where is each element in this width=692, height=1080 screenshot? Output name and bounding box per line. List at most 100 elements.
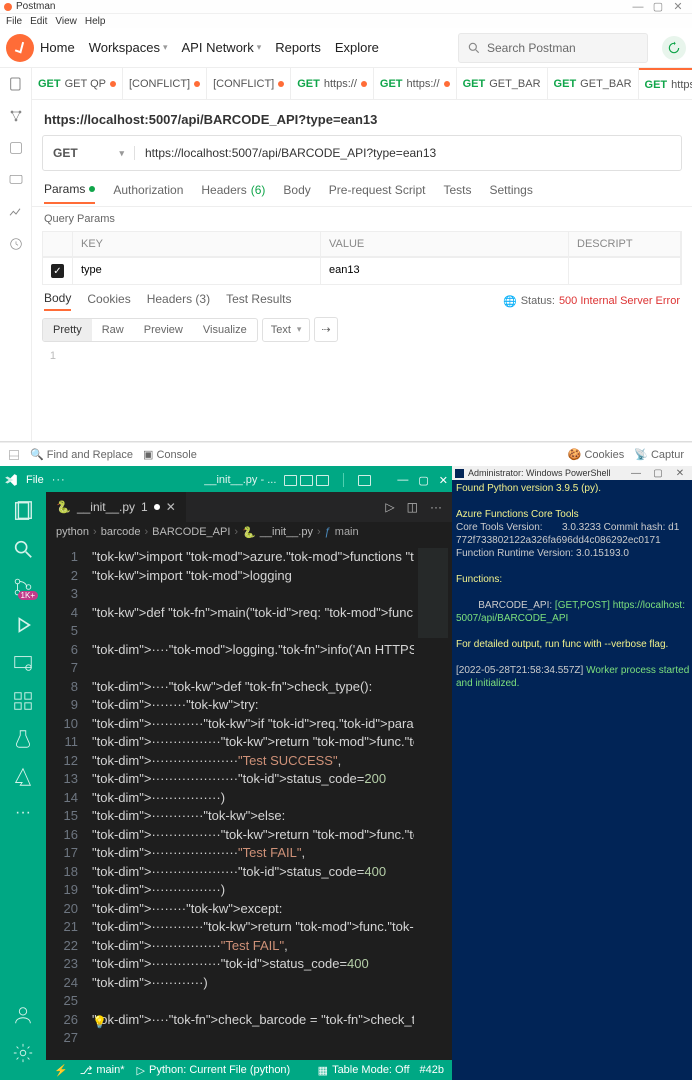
subtab-body[interactable]: Body: [283, 183, 310, 203]
tab-0[interactable]: GETGET QP: [32, 68, 123, 99]
nav-explore[interactable]: Explore: [335, 40, 379, 55]
ps-maximize[interactable]: ▢: [649, 468, 667, 479]
mode-raw[interactable]: Raw: [92, 319, 134, 341]
subtab-tests[interactable]: Tests: [443, 183, 471, 203]
layout-icons-2[interactable]: [358, 475, 371, 486]
editor-tab[interactable]: 🐍 __init__.py 1 ✕: [46, 492, 186, 522]
subtab-settings[interactable]: Settings: [490, 183, 533, 203]
lang-select[interactable]: Text▾: [262, 318, 311, 342]
settings-icon[interactable]: [12, 1042, 34, 1064]
params-table-row[interactable]: ✓ type ean13: [42, 257, 682, 285]
vscode-close[interactable]: ✕: [439, 474, 448, 487]
history-icon[interactable]: [8, 236, 24, 252]
explorer-icon[interactable]: [12, 500, 34, 522]
tab-5[interactable]: GETGET_BAR: [457, 68, 548, 99]
search-icon[interactable]: [12, 538, 34, 560]
cookies-button[interactable]: 🍪 Cookies: [568, 448, 625, 461]
layout-icons[interactable]: [284, 475, 329, 486]
remote-status[interactable]: ⚡: [54, 1064, 68, 1077]
param-key[interactable]: type: [73, 258, 321, 284]
url-input[interactable]: https://localhost:5007/api/BARCODE_API?t…: [135, 146, 681, 160]
split-icon[interactable]: ◫: [407, 500, 418, 514]
more-icon[interactable]: ···: [12, 804, 34, 826]
wrap-icon[interactable]: ⇢: [314, 317, 337, 342]
menu-view[interactable]: View: [55, 16, 77, 27]
powershell-output[interactable]: Found Python version 3.9.5 (py). Azure F…: [452, 480, 692, 1080]
close-tab[interactable]: ✕: [166, 500, 176, 514]
response-body[interactable]: 1: [32, 348, 692, 364]
panel-icon[interactable]: [8, 449, 20, 461]
tab-3[interactable]: GEThttps://: [291, 68, 374, 99]
capture-button[interactable]: 📡 Captur: [634, 448, 684, 461]
breadcrumb[interactable]: python› barcode› BARCODE_API› 🐍__init__.…: [46, 522, 452, 542]
menu-edit[interactable]: Edit: [30, 16, 47, 27]
subtab-auth[interactable]: Authorization: [113, 183, 183, 203]
postman-nav: Home Workspaces▾ API Network▾ Reports Ex…: [40, 40, 379, 55]
resp-headers[interactable]: Headers (3): [147, 292, 210, 310]
code-editor[interactable]: 1234567891011121314151617181920212223242…: [46, 542, 452, 1060]
tab-7[interactable]: GEThttps://: [639, 68, 692, 99]
resp-cookies[interactable]: Cookies: [87, 292, 130, 310]
nav-workspaces[interactable]: Workspaces▾: [89, 40, 168, 55]
lightbulb-icon[interactable]: 💡: [92, 1013, 107, 1032]
vscode-maximize[interactable]: ▢: [418, 474, 428, 487]
nav-reports[interactable]: Reports: [275, 40, 321, 55]
mode-pretty[interactable]: Pretty: [43, 319, 92, 341]
tab-4[interactable]: GEThttps://: [374, 68, 457, 99]
monitor-icon[interactable]: [8, 204, 24, 220]
window-minimize[interactable]: —: [628, 1, 648, 13]
subtab-params[interactable]: Params: [44, 182, 95, 204]
vscode-minimize[interactable]: —: [397, 474, 408, 487]
subtab-headers[interactable]: Headers(6): [201, 183, 265, 203]
vscode-menu-more[interactable]: ···: [52, 474, 66, 486]
resp-body[interactable]: Body: [44, 291, 71, 311]
tab-6[interactable]: GETGET_BAR: [548, 68, 639, 99]
env-icon[interactable]: [8, 140, 24, 156]
console-button[interactable]: ▣ Console: [143, 448, 197, 461]
search-input[interactable]: Search Postman: [458, 33, 648, 63]
method-select[interactable]: GET▾: [43, 146, 135, 160]
more-tab-icon[interactable]: ···: [430, 500, 442, 514]
mode-preview[interactable]: Preview: [134, 319, 193, 341]
mock-icon[interactable]: [8, 172, 24, 188]
subtab-prereq[interactable]: Pre-request Script: [329, 183, 426, 203]
nav-home[interactable]: Home: [40, 40, 75, 55]
response-status: 🌐 Status: 500 Internal Server Error: [503, 295, 680, 308]
postman-logo[interactable]: [6, 34, 34, 62]
param-desc[interactable]: [569, 258, 681, 284]
row-checkbox[interactable]: ✓: [51, 264, 64, 278]
window-close[interactable]: ✕: [668, 0, 688, 13]
vscode-activity-bar: 1K+ ···: [0, 492, 46, 1080]
update-button[interactable]: [662, 36, 686, 60]
ps-close[interactable]: ✕: [671, 468, 689, 479]
scm-icon[interactable]: 1K+: [12, 576, 34, 598]
param-value[interactable]: ean13: [321, 258, 569, 284]
menu-help[interactable]: Help: [85, 16, 106, 27]
minimap[interactable]: [414, 542, 452, 1060]
table-mode[interactable]: ▦ Table Mode: Off: [318, 1064, 410, 1077]
extensions-icon[interactable]: [12, 690, 34, 712]
collections-icon[interactable]: [8, 76, 24, 92]
vscode-menu-file[interactable]: File: [26, 474, 44, 486]
mode-visualize[interactable]: Visualize: [193, 319, 257, 341]
color-status[interactable]: #42b: [420, 1064, 444, 1077]
account-icon[interactable]: [12, 1004, 34, 1026]
postman-sidebar: [0, 68, 32, 441]
debug-icon[interactable]: [12, 614, 34, 636]
remote-icon[interactable]: [12, 652, 34, 674]
azure-icon[interactable]: [12, 766, 34, 788]
testing-icon[interactable]: [12, 728, 34, 750]
postman-toolbar: Home Workspaces▾ API Network▾ Reports Ex…: [0, 28, 692, 68]
tab-2[interactable]: [CONFLICT]: [207, 68, 291, 99]
window-maximize[interactable]: ▢: [648, 0, 668, 13]
ps-minimize[interactable]: —: [627, 468, 645, 479]
run-icon[interactable]: ▷: [385, 500, 394, 514]
branch-status[interactable]: ⎇ main*: [80, 1064, 125, 1077]
nav-api-network[interactable]: API Network▾: [182, 40, 262, 55]
api-icon[interactable]: [8, 108, 24, 124]
debug-config[interactable]: ▷ Python: Current File (python): [137, 1064, 291, 1077]
find-replace[interactable]: 🔍 Find and Replace: [30, 448, 133, 461]
tab-1[interactable]: [CONFLICT]: [123, 68, 207, 99]
resp-test[interactable]: Test Results: [226, 292, 291, 310]
menu-file[interactable]: File: [6, 16, 22, 27]
